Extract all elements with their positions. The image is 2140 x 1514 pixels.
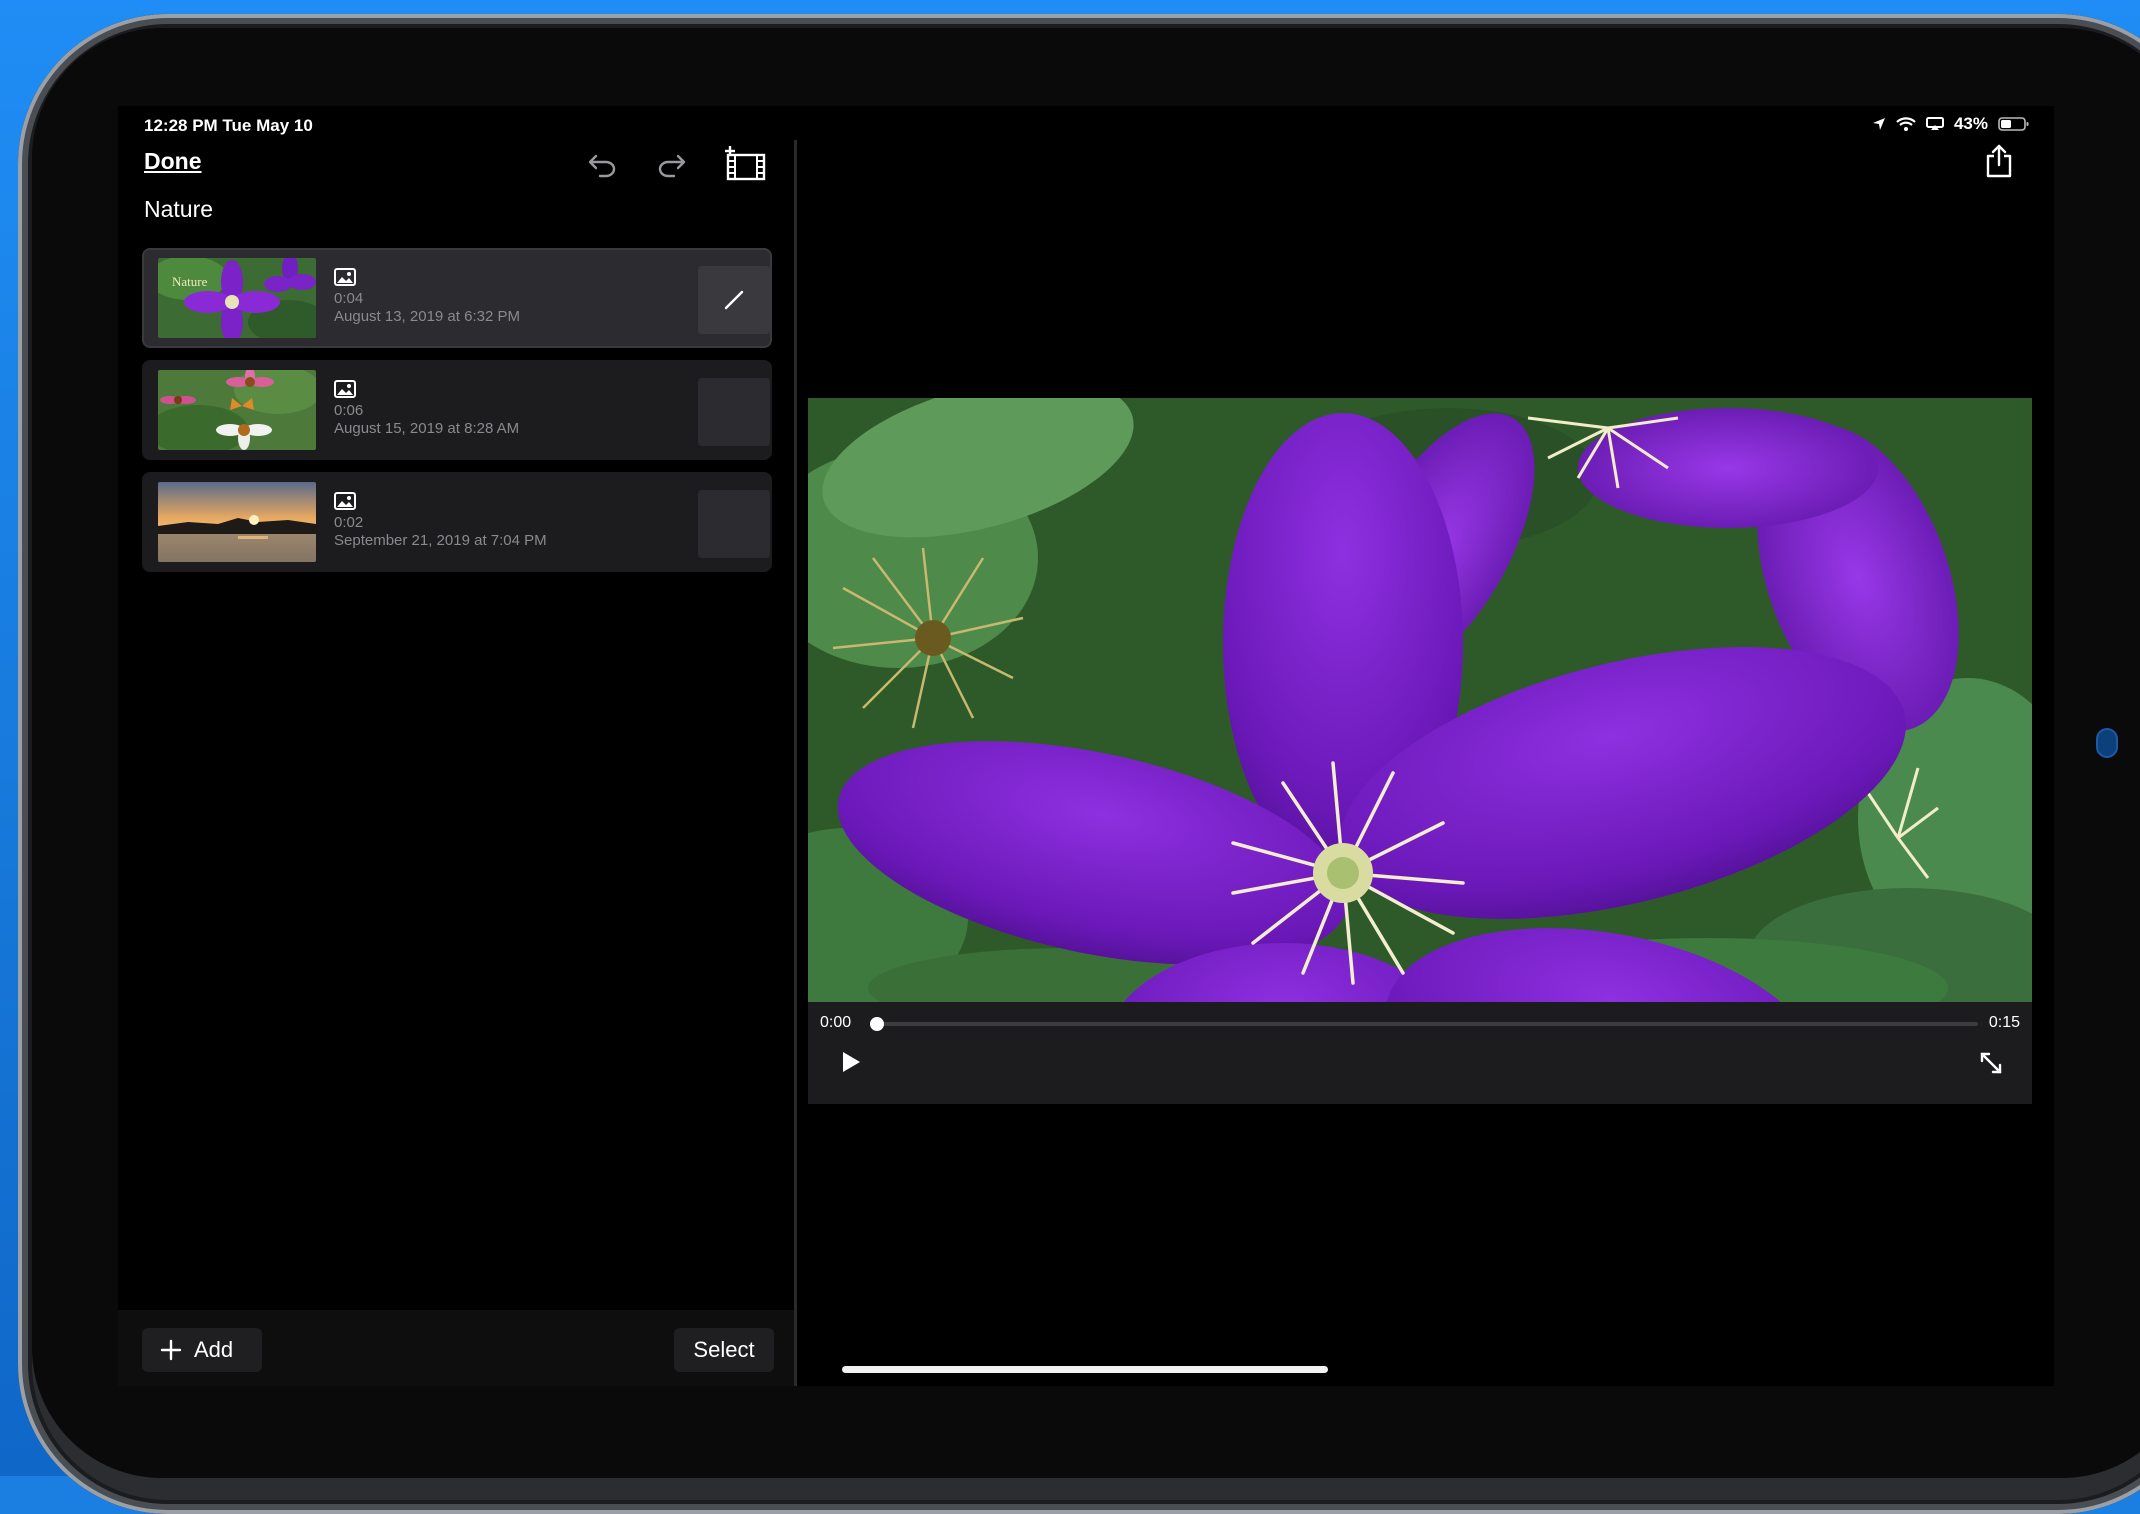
share-icon[interactable] [1984,144,2014,183]
photo-icon [334,380,356,403]
clip-edit-button[interactable] [698,378,770,446]
project-title: Nature [144,196,213,223]
sidebar: 12:28 PM Tue May 10 Done [118,106,794,1386]
battery-percent: 43% [1954,114,1988,134]
undo-icon[interactable] [586,150,620,183]
edit-toolbar [586,146,768,187]
clip-thumbnail [158,370,316,450]
split-divider[interactable] [794,140,797,1386]
status-indicators: 43% [1872,114,2030,134]
clip-row-1[interactable]: Nature 0:04 August 13, 2019 at 6:32 PM [142,248,772,348]
clip-duration: 0:04 [334,290,363,307]
scrubber-handle[interactable] [870,1017,884,1031]
fullscreen-icon[interactable] [1978,1050,2004,1081]
add-button[interactable]: Add [142,1328,262,1372]
select-button[interactable]: Select [674,1328,774,1372]
current-time: 0:00 [820,1014,851,1032]
clip-list: Nature 0:04 August 13, 2019 at 6:32 PM [142,248,772,584]
video-player: 0:00 0:15 [808,398,2032,1104]
svg-text:Nature: Nature [172,274,208,289]
redo-icon[interactable] [654,150,688,183]
video-preview[interactable] [808,398,2032,1002]
clip-row-3[interactable]: 0:02 September 21, 2019 at 7:04 PM [142,472,772,572]
clip-edit-button[interactable] [698,490,770,558]
clip-duration: 0:02 [334,514,363,531]
total-time: 0:15 [1989,1014,2020,1032]
status-time: 12:28 PM Tue May 10 [144,116,313,136]
clip-thumbnail [158,482,316,562]
ipad-screen: 12:28 PM Tue May 10 Done [118,106,2054,1386]
location-icon [1872,117,1886,131]
add-clip-icon[interactable] [722,146,768,187]
photo-icon [334,268,356,291]
clip-thumbnail: Nature [158,258,316,338]
clip-row-2[interactable]: 0:06 August 15, 2019 at 8:28 AM [142,360,772,460]
scrubber-track[interactable] [870,1022,1978,1026]
home-indicator[interactable] [842,1366,1328,1373]
play-icon[interactable] [840,1050,862,1079]
clip-date: September 21, 2019 at 7:04 PM [334,532,547,549]
bottom-toolbar: Add Select [118,1310,794,1386]
done-button[interactable]: Done [144,148,202,175]
add-label: Add [194,1337,233,1363]
side-camera-sensor [2098,730,2116,756]
plus-icon [160,1339,182,1361]
clip-duration: 0:06 [334,402,363,419]
screen-mirroring-icon [1926,117,1944,131]
clip-date: August 13, 2019 at 6:32 PM [334,308,520,325]
clip-date: August 15, 2019 at 8:28 AM [334,420,519,437]
pencil-icon [720,286,748,314]
photo-icon [334,492,356,515]
clip-edit-button[interactable] [698,266,770,334]
wifi-icon [1896,117,1916,131]
battery-icon [1998,117,2030,131]
